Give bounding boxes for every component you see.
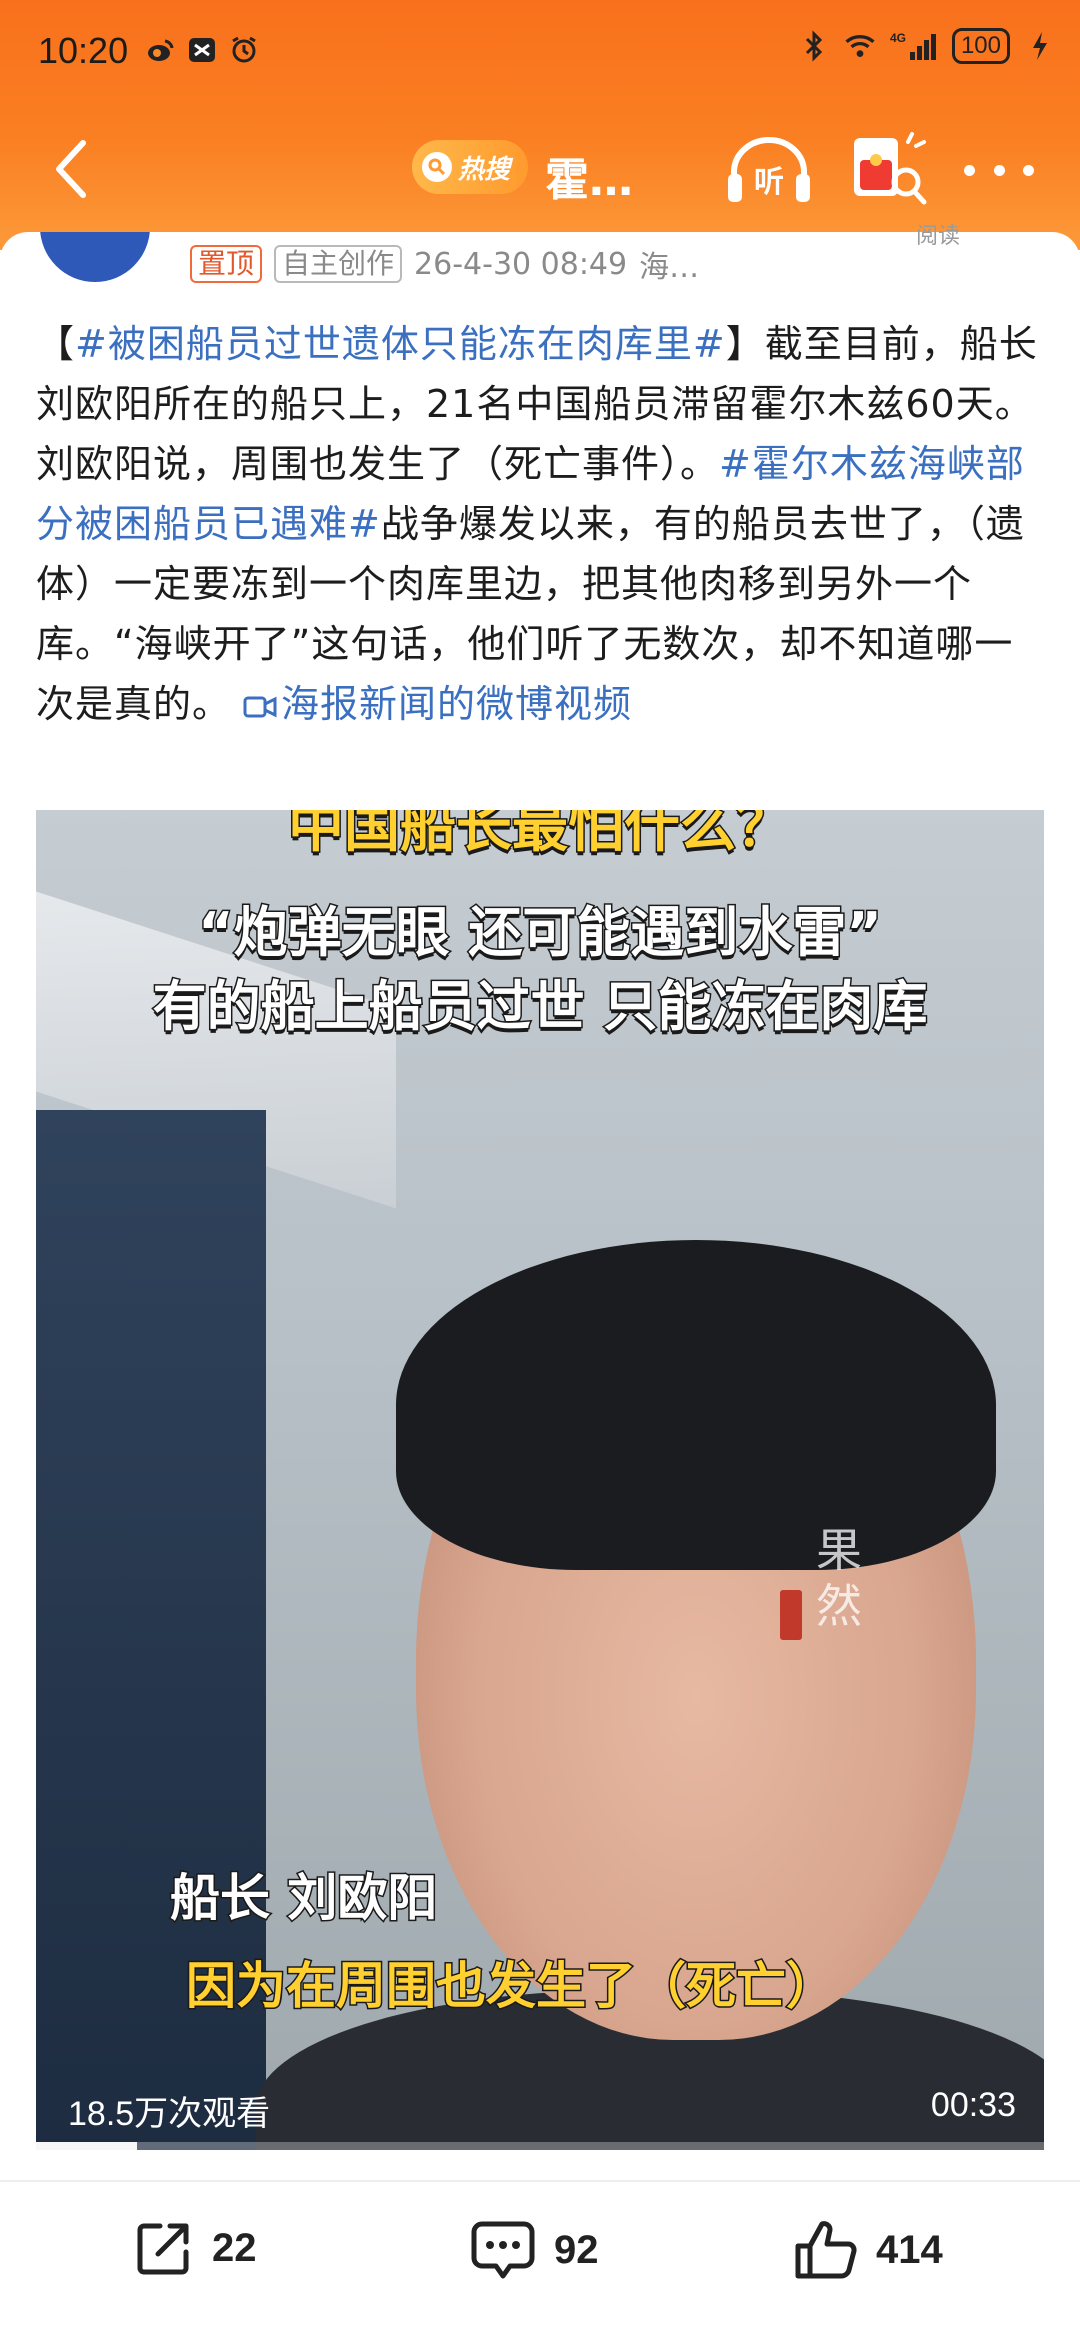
status-bar: 10:20 4G 100 <box>0 0 1080 100</box>
red-packet-icon <box>854 132 927 205</box>
comment-count: 92 <box>554 2227 599 2272</box>
post-meta: 置顶 自主创作 26-4-30 08:49 海… <box>190 242 699 286</box>
video-speaker-label: 船长 刘欧阳 <box>168 1868 438 1929</box>
video-source-label: 海报新闻的微博视频 <box>281 682 633 726</box>
post-card: 置顶 自主创作 26-4-30 08:49 海… 阅读 【#被困船员过世遗体只能… <box>0 224 1080 2182</box>
listen-button[interactable]: 听 <box>726 134 812 206</box>
capcut-icon <box>186 34 218 66</box>
video-subtitle: 因为在周围也发生了（死亡） <box>185 1956 838 2017</box>
back-arrow-icon <box>56 140 86 198</box>
action-bar: 22 92 414 <box>0 2182 1080 2340</box>
comment-icon <box>471 2221 535 2279</box>
status-system-icons: 4G 100 <box>798 28 1056 64</box>
post-timestamp: 26-4-30 08:49 <box>414 246 628 282</box>
pinned-tag: 置顶 <box>190 245 263 283</box>
nav-bar: 热搜 霍… 听 <box>0 110 1080 230</box>
status-notification-icons <box>144 34 260 66</box>
text-segment: 【 <box>36 322 76 366</box>
video-caption-title: 中国船长最怕什么？ <box>287 810 794 862</box>
video-caption-line: 有的船上船员过世 只能冻在肉库 <box>151 974 929 1040</box>
more-options-button[interactable] <box>964 150 1034 190</box>
avatar[interactable] <box>40 232 150 282</box>
alarm-icon <box>228 34 260 66</box>
wifi-icon <box>844 30 876 62</box>
page-title: 霍… <box>545 155 633 206</box>
video-player[interactable]: 中国船长最怕什么？ “炮弹无眼 还可能遇到水雷” 有的船上船员过世 只能冻在肉库… <box>36 810 1044 2150</box>
more-dot-icon <box>993 164 1005 176</box>
charging-icon <box>1024 30 1056 62</box>
thumbs-up-icon <box>795 2221 857 2279</box>
more-dot-icon <box>1023 164 1034 176</box>
like-count: 414 <box>876 2227 943 2272</box>
post-body: 【#被困船员过世遗体只能冻在肉库里#】截至目前，船长刘欧阳所在的船只上，21名中… <box>36 314 1046 734</box>
battery-indicator: 100 <box>951 28 1010 64</box>
share-button[interactable]: 22 <box>134 2218 257 2278</box>
read-count-label: 阅读 <box>916 224 961 249</box>
hot-search-label: 热搜 <box>458 154 511 185</box>
video-duration: 00:33 <box>930 2086 1016 2124</box>
original-tag: 自主创作 <box>274 245 403 283</box>
post-source: 海… <box>639 250 700 285</box>
more-dot-icon <box>964 164 975 176</box>
search-icon <box>422 152 452 182</box>
svg-text:4G: 4G <box>890 31 906 45</box>
listen-label: 听 <box>754 165 784 200</box>
hashtag-link[interactable]: #被困船员过世遗体只能冻在肉库里# <box>75 322 726 366</box>
video-watermark: 果然 <box>816 1523 862 1633</box>
video-link-icon <box>243 696 277 718</box>
back-button[interactable] <box>36 134 106 204</box>
video-person-hair <box>396 1240 996 1570</box>
comment-button[interactable]: 92 <box>470 2218 599 2282</box>
share-icon <box>137 2223 189 2275</box>
avatar-image <box>40 232 150 282</box>
bluetooth-icon <box>798 30 830 62</box>
cellular-signal-icon: 4G <box>890 30 938 62</box>
like-button[interactable]: 414 <box>794 2218 943 2282</box>
share-count: 22 <box>212 2225 257 2270</box>
status-time: 10:20 <box>38 30 129 71</box>
weibo-icon <box>144 34 176 66</box>
video-progress-bar[interactable] <box>36 2142 1044 2150</box>
headphones-icon: 听 <box>728 137 810 202</box>
watermark-seal-icon <box>780 1590 802 1640</box>
video-caption-quote: “炮弹无眼 还可能遇到水雷” <box>197 900 884 966</box>
red-packet-button[interactable] <box>848 130 928 210</box>
video-progress-fill <box>36 2142 137 2150</box>
hot-search-badge[interactable]: 热搜 <box>412 140 529 194</box>
video-view-count: 18.5万次观看 <box>68 2095 271 2133</box>
video-source-link[interactable]: 海报新闻的微博视频 <box>243 682 632 726</box>
